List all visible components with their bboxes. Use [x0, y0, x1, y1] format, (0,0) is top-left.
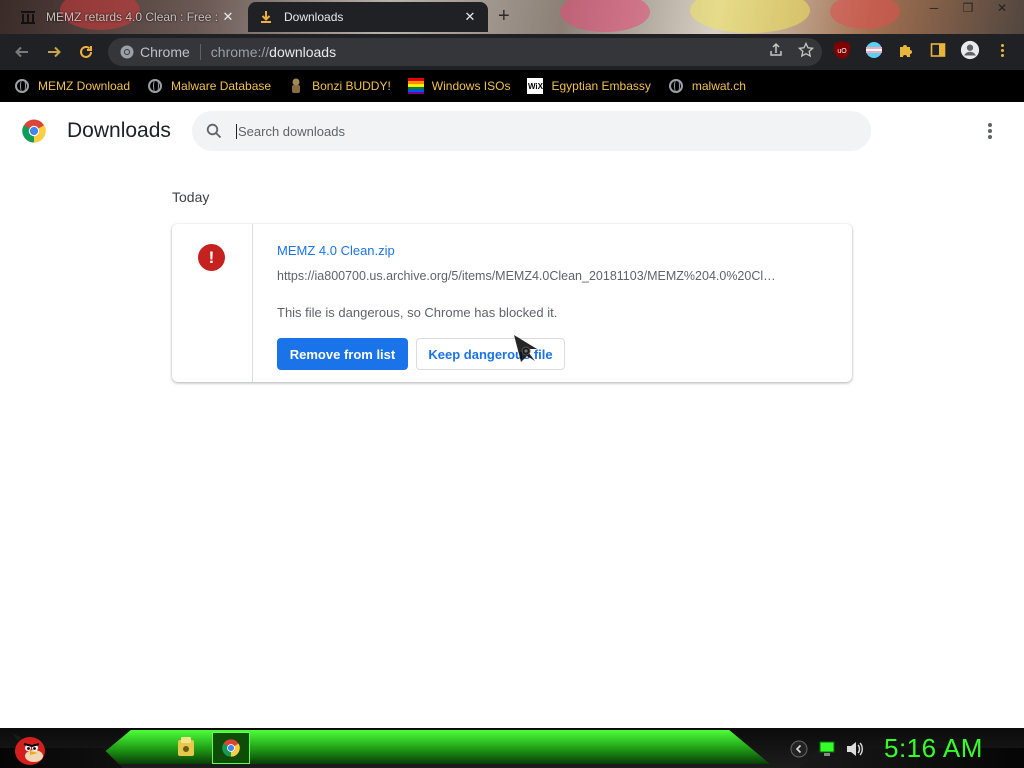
- restore-icon[interactable]: ❐: [956, 0, 980, 16]
- reload-icon: [80, 45, 92, 58]
- bookmark-label: Malware Database: [171, 79, 272, 93]
- bookmark-label: Bonzi BUDDY!: [312, 79, 391, 93]
- url-host: downloads: [269, 44, 337, 60]
- forward-button[interactable]: [38, 36, 70, 68]
- reload-button[interactable]: [70, 36, 102, 68]
- search-icon[interactable]: [192, 123, 236, 139]
- globe-icon: [668, 78, 684, 94]
- taskbar: 5:16 AM: [0, 728, 1024, 768]
- bookmark-star-icon[interactable]: [797, 41, 815, 62]
- more-actions-icon[interactable]: [980, 120, 1000, 142]
- search-bar: [192, 111, 871, 151]
- close-tab-icon[interactable]: ✕: [220, 9, 236, 25]
- bookmark-malware-database[interactable]: Malware Database: [147, 78, 271, 94]
- show-hidden-icons-icon[interactable]: [790, 740, 808, 763]
- minimize-icon[interactable]: ─: [922, 0, 946, 16]
- tab-title: Downloads: [284, 10, 344, 24]
- taskbar-clock[interactable]: 5:16 AM: [884, 733, 983, 764]
- window-controls: ─ ❐ ✕: [922, 0, 1014, 16]
- menu-icon[interactable]: [992, 40, 1012, 60]
- site-info-chip[interactable]: Chrome: [120, 44, 190, 60]
- bookmark-label: MEMZ Download: [38, 79, 131, 93]
- ublock-icon[interactable]: uO: [832, 40, 852, 60]
- file-name-link[interactable]: MEMZ 4.0 Clean.zip: [277, 243, 395, 258]
- bookmark-egyptian-embassy[interactable]: WiX Egyptian Embassy: [527, 78, 651, 94]
- share-icon[interactable]: [768, 42, 784, 62]
- search-input[interactable]: [236, 123, 836, 139]
- tab-title: MEMZ retards 4.0 Clean : Free :: [46, 10, 219, 24]
- page-title: Downloads: [67, 119, 171, 142]
- volume-icon[interactable]: [846, 741, 864, 762]
- arrow-right-icon: [48, 46, 61, 58]
- bonzi-icon: [288, 78, 304, 94]
- close-window-icon[interactable]: ✕: [990, 0, 1014, 16]
- globe-icon: [14, 78, 30, 94]
- site-chip-label: Chrome: [140, 44, 190, 60]
- svg-text:uO: uO: [837, 48, 847, 55]
- puzzle-icon[interactable]: [896, 40, 916, 60]
- sidepanel-icon[interactable]: [928, 40, 948, 60]
- bookmark-label: Windows ISOs: [431, 79, 511, 93]
- bookmarks-bar: MEMZ Download Malware Database Bonzi BUD…: [0, 70, 1024, 102]
- close-tab-icon[interactable]: ✕: [462, 9, 478, 25]
- new-tab-button[interactable]: +: [498, 6, 510, 26]
- downloads-header: Downloads: [0, 102, 1024, 160]
- downloads-page: Downloads Today ! MEMZ 4.0 Clean.zip htt…: [0, 102, 1024, 728]
- warning-icon: !: [198, 244, 225, 271]
- tab-downloads[interactable]: Downloads ✕: [248, 2, 488, 32]
- flag-icon[interactable]: [864, 40, 884, 60]
- remove-from-list-button[interactable]: Remove from list: [277, 338, 408, 370]
- omnibox-separator: [199, 44, 201, 60]
- arrow-left-icon: [15, 46, 28, 58]
- globe-icon: [147, 78, 163, 94]
- download-item-card: ! MEMZ 4.0 Clean.zip https://ia800700.us…: [172, 224, 852, 382]
- download-icon-column: !: [172, 224, 253, 382]
- archive-icon: [20, 9, 36, 25]
- bookmark-memz-download[interactable]: MEMZ Download: [14, 78, 130, 94]
- bookmark-malwatch[interactable]: malwat.ch: [668, 78, 746, 94]
- keep-dangerous-file-button[interactable]: Keep dangerous file: [416, 338, 565, 370]
- profile-icon[interactable]: [960, 40, 980, 60]
- taskbar-chrome-button[interactable]: [212, 732, 250, 764]
- bookmark-label: malwat.ch: [691, 79, 746, 93]
- tab-memz-archive[interactable]: MEMZ retards 4.0 Clean : Free : ✕: [10, 2, 246, 32]
- extensions-area: uO: [832, 40, 1012, 60]
- network-icon[interactable]: [818, 741, 836, 762]
- download-icon: [258, 9, 274, 25]
- chrome-logo-icon: [22, 119, 46, 143]
- omnibox-actions: [768, 41, 815, 62]
- file-explorer-icon[interactable]: [176, 736, 196, 758]
- bookmark-bonzi-buddy[interactable]: Bonzi BUDDY!: [288, 78, 391, 94]
- danger-status-text: This file is dangerous, so Chrome has bl…: [277, 305, 558, 320]
- chrome-small-icon: [120, 45, 134, 59]
- bookmark-label: Egyptian Embassy: [551, 79, 651, 93]
- wix-icon: WiX: [527, 78, 544, 94]
- bookmark-windows-isos[interactable]: Windows ISOs: [407, 78, 511, 94]
- windows-rainbow-icon: [407, 78, 424, 94]
- address-bar[interactable]: Chrome chrome://downloads: [108, 38, 822, 66]
- angry-bird-start-icon[interactable]: [8, 729, 48, 767]
- date-group-label: Today: [172, 189, 210, 205]
- system-tray: [790, 740, 864, 763]
- chrome-taskbar-icon: [222, 739, 240, 757]
- tab-strip: MEMZ retards 4.0 Clean : Free : ✕ Downlo…: [0, 0, 1024, 34]
- back-button[interactable]: [6, 36, 38, 68]
- file-source-url[interactable]: https://ia800700.us.archive.org/5/items/…: [277, 269, 777, 283]
- url-scheme: chrome://: [210, 44, 270, 60]
